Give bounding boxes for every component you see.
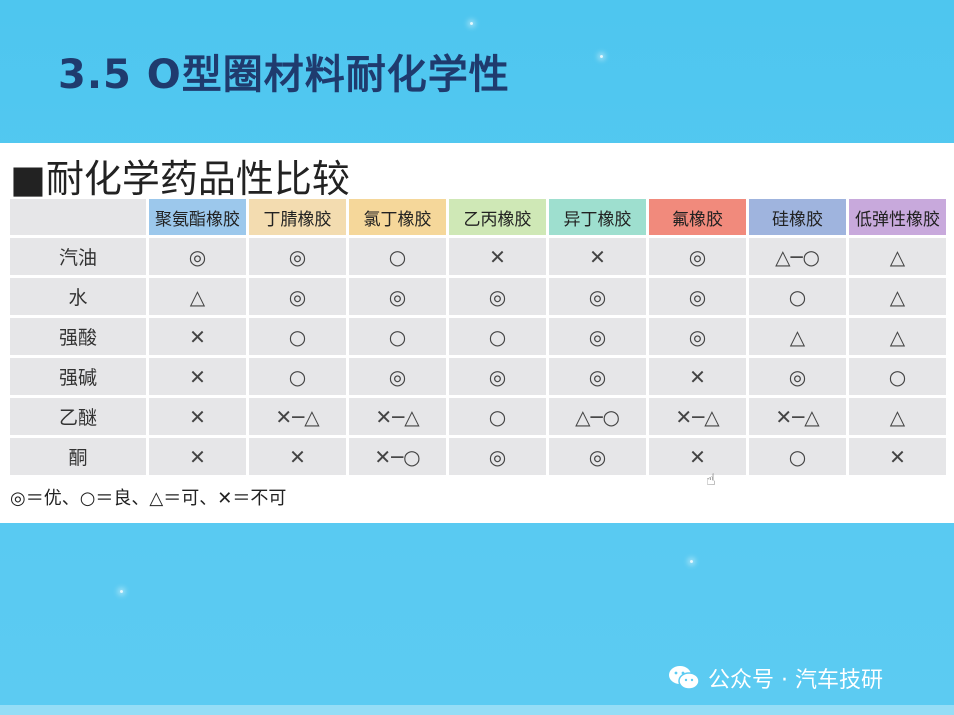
rating-cell: △ [149, 278, 246, 315]
column-header: 丁腈橡胶 [249, 199, 346, 235]
rating-cell: ✕─△ [349, 398, 446, 435]
column-header: 聚氨酯橡胶 [149, 199, 246, 235]
rating-cell: ◎ [149, 238, 246, 275]
rating-cell: ✕ [149, 358, 246, 395]
rating-cell: ✕ [249, 438, 346, 475]
rating-cell: ◎ [449, 438, 546, 475]
rating-cell: ◎ [449, 358, 546, 395]
rating-cell: ◎ [249, 278, 346, 315]
rating-cell: ◎ [649, 238, 746, 275]
rating-cell: △ [849, 278, 946, 315]
rating-cell: △─○ [549, 398, 646, 435]
rating-cell: ○ [349, 318, 446, 355]
column-header: 氯丁橡胶 [349, 199, 446, 235]
rating-cell: ◎ [349, 278, 446, 315]
rating-cell: ✕─△ [249, 398, 346, 435]
chemical-resistance-table: 聚氨酯橡胶 丁腈橡胶 氯丁橡胶 乙丙橡胶 异丁橡胶 氟橡胶 硅橡胶 低弹性橡胶 汽油 ◎ ◎ ○ ✕ ✕ ◎… [10, 199, 946, 475]
rating-cell: ✕ [149, 438, 246, 475]
rating-cell: ○ [449, 318, 546, 355]
hand-cursor-icon: ☝ [706, 470, 716, 489]
rating-cell: ○ [449, 398, 546, 435]
row-label: 强酸 [10, 318, 146, 355]
rating-cell: ◎ [549, 318, 646, 355]
sparkle [600, 55, 603, 58]
slide-title: 3.5 O型圈材料耐化学性 [58, 52, 510, 98]
rating-cell: ◎ [449, 278, 546, 315]
column-header: 氟橡胶 [649, 199, 746, 235]
rating-cell: ✕ [149, 398, 246, 435]
rating-cell: ◎ [349, 358, 446, 395]
rating-cell: ✕─○ [349, 438, 446, 475]
rating-cell: ◎ [649, 318, 746, 355]
legend: ◎＝优、○＝良、△＝可、✕＝不可 [10, 488, 287, 509]
rating-cell: ✕ [149, 318, 246, 355]
section-subtitle: ■耐化学药品性比较 [10, 157, 350, 201]
rating-cell: △ [849, 318, 946, 355]
rating-cell: ◎ [549, 278, 646, 315]
rating-cell: △ [749, 318, 846, 355]
rating-cell: △ [849, 238, 946, 275]
rating-cell: ○ [849, 358, 946, 395]
rating-cell: ✕ [649, 358, 746, 395]
rating-cell: ✕ [649, 438, 746, 475]
rating-cell: ○ [249, 318, 346, 355]
wechat-icon [669, 666, 700, 690]
rating-cell: ◎ [549, 358, 646, 395]
rating-cell: ✕ [549, 238, 646, 275]
content-panel: ■耐化学药品性比较 聚氨酯橡胶 丁腈橡胶 氯丁橡胶 乙丙橡胶 异丁橡胶 氟橡胶 硅橡胶 低弹性… [0, 143, 954, 523]
row-label: 水 [10, 278, 146, 315]
rating-cell: ✕ [449, 238, 546, 275]
rating-cell: ◎ [549, 438, 646, 475]
rating-cell: ✕ [849, 438, 946, 475]
watermark: 公众号 · 汽车技研 [668, 662, 883, 694]
rating-cell: ○ [349, 238, 446, 275]
rating-cell: ◎ [749, 358, 846, 395]
rating-cell: ✕─△ [749, 398, 846, 435]
column-header: 低弹性橡胶 [849, 199, 946, 235]
sparkle [470, 22, 473, 25]
rating-cell: ○ [249, 358, 346, 395]
sparkle [120, 590, 123, 593]
rating-cell: ✕─△ [649, 398, 746, 435]
header-corner [10, 199, 146, 235]
rating-cell: △─○ [749, 238, 846, 275]
bottom-bar [0, 705, 954, 715]
sparkle [690, 560, 693, 563]
rating-cell: ○ [749, 438, 846, 475]
rating-cell: △ [849, 398, 946, 435]
rating-cell: ◎ [249, 238, 346, 275]
column-header: 异丁橡胶 [549, 199, 646, 235]
rating-cell: ○ [749, 278, 846, 315]
rating-cell: ◎ [649, 278, 746, 315]
row-label: 强碱 [10, 358, 146, 395]
column-header: 乙丙橡胶 [449, 199, 546, 235]
watermark-text: 公众号 · 汽车技研 [708, 668, 883, 693]
column-header: 硅橡胶 [749, 199, 846, 235]
row-label: 酮 [10, 438, 146, 475]
row-label: 乙醚 [10, 398, 146, 435]
row-label: 汽油 [10, 238, 146, 275]
